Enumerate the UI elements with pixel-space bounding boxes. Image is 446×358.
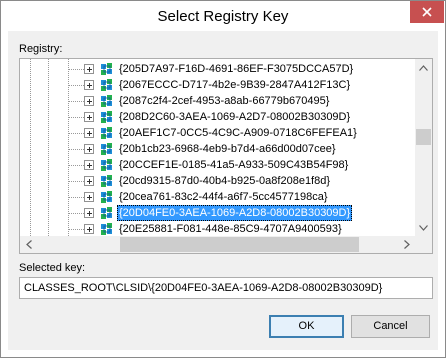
horizontal-scroll-thumb[interactable] xyxy=(120,237,359,252)
title-bar: Select Registry Key xyxy=(1,1,445,31)
tree-connector-line xyxy=(68,85,84,86)
expand-toggle[interactable] xyxy=(84,112,94,122)
expand-toggle[interactable] xyxy=(84,96,94,106)
cancel-button[interactable]: Cancel xyxy=(351,315,430,338)
expand-toggle[interactable] xyxy=(84,224,94,234)
close-button[interactable] xyxy=(410,1,444,23)
tree-row[interactable]: {205D7A97-F16D-4691-86EF-F3075DCCA57D} xyxy=(20,61,412,77)
tree-connector-line xyxy=(68,213,84,214)
registry-tree[interactable]: {205D7A97-F16D-4691-86EF-F3075DCCA57D} {2… xyxy=(19,58,433,254)
tree-connector-line xyxy=(68,197,84,198)
select-registry-key-dialog: Select Registry Key Registry: {205D7A97-… xyxy=(0,0,446,358)
expand-toggle[interactable] xyxy=(84,192,94,202)
expand-toggle[interactable] xyxy=(84,80,94,90)
dialog-body: Registry: {205D7A97-F16D-4691-86EF-F3075… xyxy=(8,31,438,350)
chevron-up-icon[interactable] xyxy=(415,59,432,76)
registry-label: Registry: xyxy=(19,43,63,55)
registry-key-icon xyxy=(101,63,112,75)
tree-connector-line xyxy=(68,149,84,150)
tree-row-label: {20CCEF1E-0185-41a5-A933-509C43B54F98} xyxy=(119,159,349,171)
tree-connector-line xyxy=(68,165,84,166)
chevron-left-icon[interactable] xyxy=(20,236,37,253)
selected-key-label: Selected key: xyxy=(19,262,86,274)
vertical-scrollbar[interactable] xyxy=(415,59,432,236)
tree-row-label: {20D04FE0-3AEA-1069-A2D8-08002B30309D} xyxy=(117,205,353,221)
registry-key-icon xyxy=(101,223,112,235)
tree-row-label: {205D7A97-F16D-4691-86EF-F3075DCCA57D} xyxy=(119,63,354,75)
tree-rows: {205D7A97-F16D-4691-86EF-F3075DCCA57D} {2… xyxy=(20,59,412,236)
tree-row[interactable]: {20AEF1C7-0CC5-4C9C-A909-0718C6FEFEA1} xyxy=(20,125,412,141)
chevron-right-icon[interactable] xyxy=(398,236,415,253)
registry-key-icon xyxy=(101,191,112,203)
tree-row-label: {2087c2f4-2cef-4953-a8ab-66779b670495} xyxy=(119,95,330,107)
expand-toggle[interactable] xyxy=(84,160,94,170)
tree-row-label: {20b1cb23-6968-4eb9-b7d4-a66d00d07cee} xyxy=(119,143,336,155)
tree-row[interactable]: {20CCEF1E-0185-41a5-A933-509C43B54F98} xyxy=(20,157,412,173)
expand-toggle[interactable] xyxy=(84,64,94,74)
ok-button[interactable]: OK xyxy=(269,315,344,338)
registry-key-icon xyxy=(101,175,112,187)
registry-key-icon xyxy=(101,143,112,155)
tree-row[interactable]: {20D04FE0-3AEA-1069-A2D8-08002B30309D} xyxy=(20,205,412,221)
tree-row-label: {208D2C60-3AEA-1069-A2D7-08002B30309D} xyxy=(119,111,351,123)
selected-key-field[interactable]: CLASSES_ROOT\CLSID\{20D04FE0-3AEA-1069-A… xyxy=(19,277,433,299)
vertical-scroll-thumb[interactable] xyxy=(416,129,431,145)
expand-toggle[interactable] xyxy=(84,128,94,138)
expand-toggle[interactable] xyxy=(84,176,94,186)
dialog-title: Select Registry Key xyxy=(157,8,289,25)
tree-row[interactable]: {20cea761-83c2-44f4-a6f7-5cc4577198ca} xyxy=(20,189,412,205)
tree-row[interactable]: {20b1cb23-6968-4eb9-b7d4-a66d00d07cee} xyxy=(20,141,412,157)
expand-toggle[interactable] xyxy=(84,144,94,154)
tree-connector-line xyxy=(68,101,84,102)
tree-row[interactable]: {208D2C60-3AEA-1069-A2D7-08002B30309D} xyxy=(20,109,412,125)
registry-key-icon xyxy=(101,95,112,107)
close-icon xyxy=(422,7,432,17)
registry-key-icon xyxy=(101,79,112,91)
expand-toggle[interactable] xyxy=(84,208,94,218)
registry-key-icon xyxy=(101,159,112,171)
tree-row[interactable]: {2067ECCC-D717-4b2e-9B39-2847A412F13C} xyxy=(20,77,412,93)
tree-row-label: {2067ECCC-D717-4b2e-9B39-2847A412F13C} xyxy=(119,79,351,91)
tree-row[interactable]: {2087c2f4-2cef-4953-a8ab-66779b670495} xyxy=(20,93,412,109)
horizontal-scrollbar[interactable] xyxy=(20,236,415,253)
tree-row[interactable]: {20E25881-F081-448e-85C9-4707A9400593} xyxy=(20,221,412,236)
tree-row-label: {20cd9315-87d0-40b4-b925-0a8f208e1f8d} xyxy=(119,175,331,187)
tree-row-label: {20E25881-F081-448e-85C9-4707A9400593} xyxy=(119,223,342,235)
tree-row-label: {20AEF1C7-0CC5-4C9C-A909-0718C6FEFEA1} xyxy=(119,127,357,139)
tree-row-label: {20cea761-83c2-44f4-a6f7-5cc4577198ca} xyxy=(119,191,328,203)
tree-connector-line xyxy=(68,117,84,118)
tree-connector-line xyxy=(68,229,84,230)
tree-row[interactable]: {20cd9315-87d0-40b4-b925-0a8f208e1f8d} xyxy=(20,173,412,189)
scrollbar-corner xyxy=(415,236,432,253)
tree-connector-line xyxy=(68,69,84,70)
registry-key-icon xyxy=(101,127,112,139)
registry-key-icon xyxy=(101,111,112,123)
tree-connector-line xyxy=(68,181,84,182)
chevron-down-icon[interactable] xyxy=(415,219,432,236)
tree-connector-line xyxy=(68,133,84,134)
registry-key-icon xyxy=(101,207,112,219)
